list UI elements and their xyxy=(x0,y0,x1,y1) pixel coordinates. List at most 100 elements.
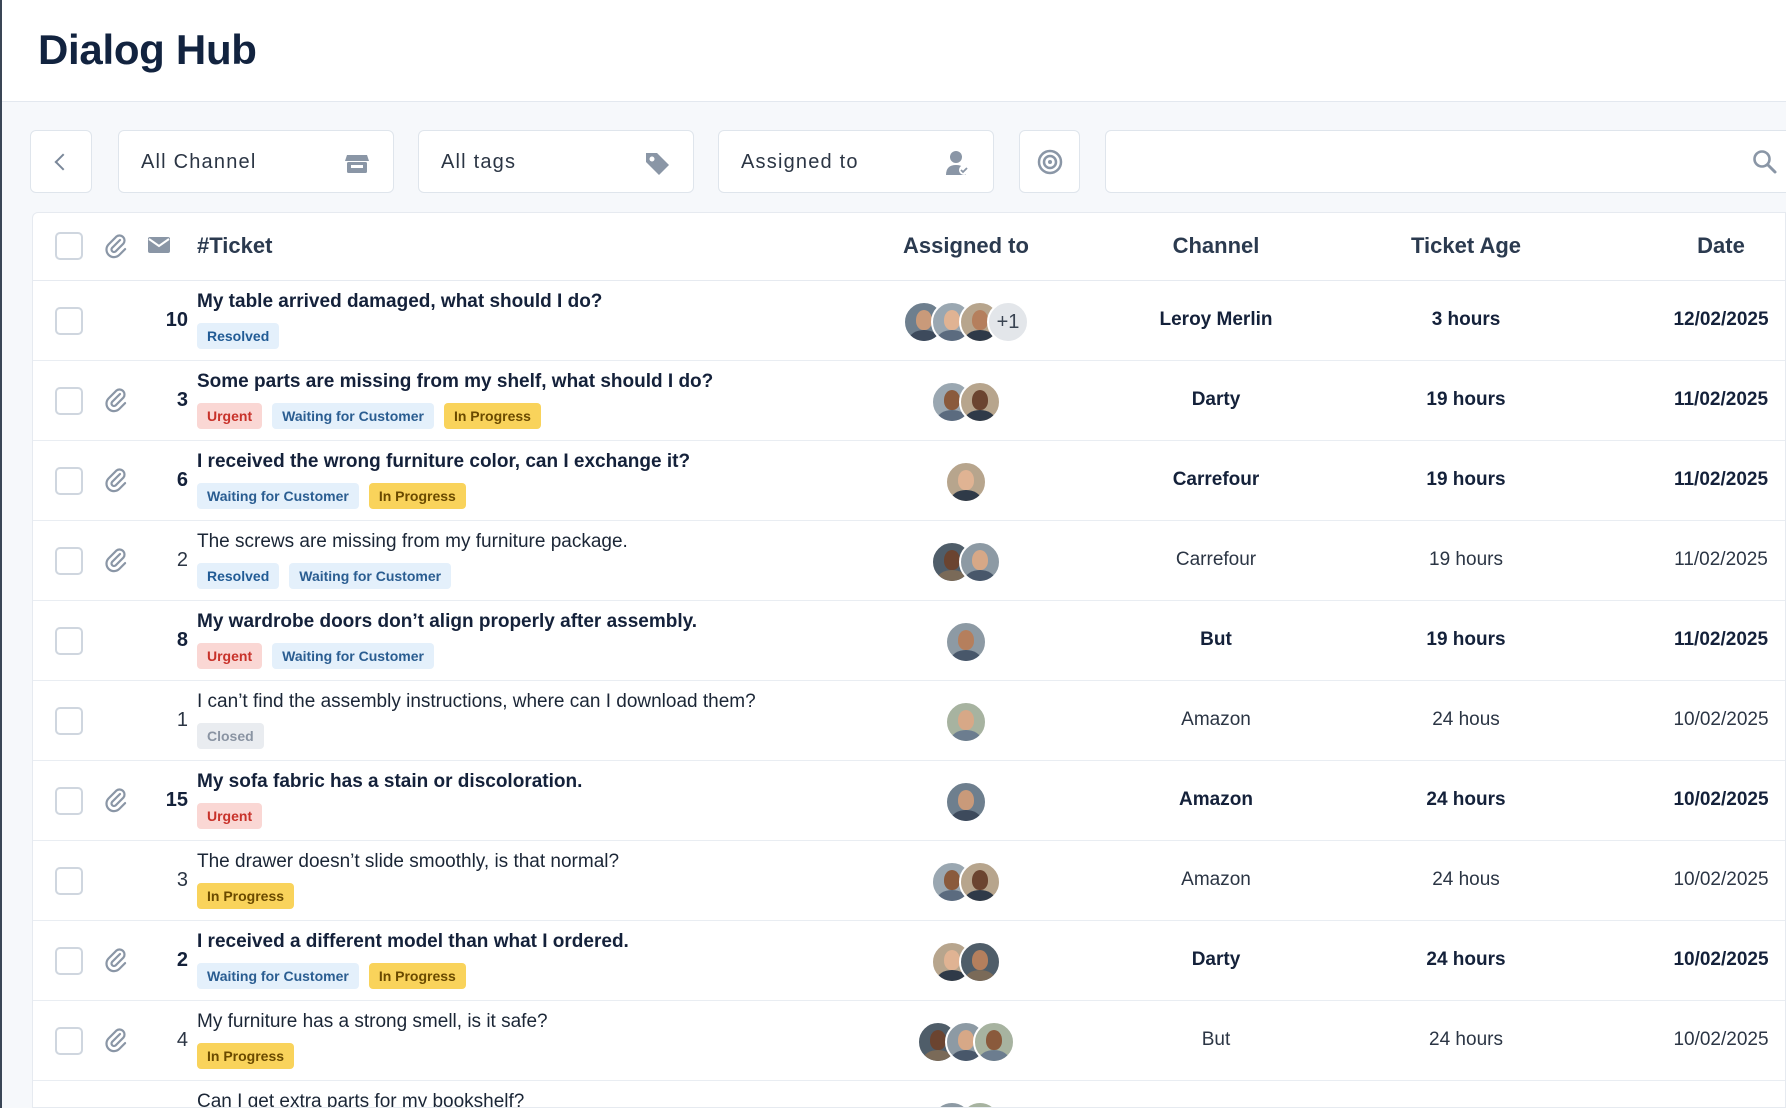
back-button[interactable] xyxy=(30,130,92,193)
tags-filter[interactable]: All tags xyxy=(418,130,694,193)
avatar xyxy=(959,381,1001,423)
table-row[interactable]: 3 The drawer doesn’t slide smoothly, is t… xyxy=(33,841,1785,921)
table-row[interactable]: 6 I received the wrong furniture color, c… xyxy=(33,441,1785,521)
table-row[interactable]: 2 The screws are missing from my furnitur… xyxy=(33,521,1785,601)
age-column-header[interactable]: Ticket Age xyxy=(1411,233,1521,259)
assignee-avatars[interactable] xyxy=(931,861,1001,903)
assignee-avatars[interactable]: +1 xyxy=(903,301,1029,343)
row-checkbox[interactable] xyxy=(55,707,83,735)
ticket-channel: But xyxy=(1201,1029,1231,1050)
paperclip-icon xyxy=(105,468,127,493)
ticket-date: 11/02/2025 xyxy=(1673,629,1769,650)
avatar xyxy=(959,941,1001,983)
ticket-id: 3 xyxy=(176,389,188,411)
ticket-table: #Ticket Assigned to Channel Ticket Age D… xyxy=(32,212,1786,1108)
assignee-avatars[interactable] xyxy=(945,701,987,743)
ticket-date: 10/02/2025 xyxy=(1673,869,1769,890)
avatar xyxy=(945,781,987,823)
search-box[interactable] xyxy=(1105,130,1786,193)
ticket-subject[interactable]: Some parts are missing from my shelf, wh… xyxy=(197,371,713,393)
row-checkbox[interactable] xyxy=(55,307,83,335)
ticket-date: 11/02/2025 xyxy=(1673,469,1769,490)
row-checkbox[interactable] xyxy=(55,467,83,495)
status-badge: Waiting for Customer xyxy=(197,483,359,509)
date-column-header[interactable]: Date xyxy=(1697,233,1745,259)
paperclip-icon xyxy=(105,548,127,573)
ticket-id: 4 xyxy=(176,1029,188,1051)
table-row[interactable]: 3 Some parts are missing from my shelf, w… xyxy=(33,361,1785,441)
ticket-channel: Amazon xyxy=(1181,709,1251,730)
ticket-tags: Closed xyxy=(197,723,264,749)
ticket-tags: Urgent Waiting for Customer In Progress xyxy=(197,403,541,429)
ticket-tags: In Progress xyxy=(197,883,295,909)
assignee-avatars[interactable] xyxy=(945,781,987,823)
ticket-tags: Urgent Waiting for Customer xyxy=(197,643,434,669)
assignee-avatars[interactable] xyxy=(931,1101,1001,1107)
search-input[interactable] xyxy=(1122,143,1722,181)
target-button[interactable] xyxy=(1019,130,1080,193)
assigned-column-header[interactable]: Assigned to xyxy=(903,233,1029,259)
ticket-subject[interactable]: I received the wrong furniture color, ca… xyxy=(197,451,690,473)
channel-filter[interactable]: All Channel xyxy=(118,130,394,193)
ticket-subject[interactable]: My table arrived damaged, what should I … xyxy=(197,291,602,313)
avatar xyxy=(945,621,987,663)
paperclip-icon xyxy=(105,948,127,973)
status-badge: Waiting for Customer xyxy=(197,963,359,989)
assigned-filter[interactable]: Assigned to xyxy=(718,130,994,193)
more-assignees-badge[interactable]: +1 xyxy=(987,301,1029,343)
row-checkbox[interactable] xyxy=(55,1027,83,1055)
ticket-date: 11/02/2025 xyxy=(1673,389,1769,410)
ticket-subject[interactable]: I can’t find the assembly instructions, … xyxy=(197,691,756,713)
assignee-avatars[interactable] xyxy=(931,381,1001,423)
assignee-avatars[interactable] xyxy=(917,1021,1015,1063)
avatar xyxy=(973,1021,1015,1063)
table-row[interactable]: 10 My table arrived damaged, what should … xyxy=(33,281,1785,361)
table-row[interactable]: 15 My sofa fabric has a stain or discolor… xyxy=(33,761,1785,841)
row-checkbox[interactable] xyxy=(55,947,83,975)
avatar xyxy=(945,701,987,743)
ticket-tags: In Progress xyxy=(197,1043,295,1069)
table-row[interactable]: 2 I received a different model than what … xyxy=(33,921,1785,1001)
status-badge: Waiting for Customer xyxy=(272,643,434,669)
ticket-channel: Darty xyxy=(1191,949,1241,970)
status-badge: Closed xyxy=(197,723,264,749)
ticket-column-header[interactable]: #Ticket xyxy=(197,233,272,259)
row-checkbox[interactable] xyxy=(55,387,83,415)
select-all-checkbox[interactable] xyxy=(55,232,83,260)
ticket-subject[interactable]: My furniture has a strong smell, is it s… xyxy=(197,1011,548,1033)
ticket-date: 10/02/2025 xyxy=(1673,789,1769,810)
table-header: #Ticket Assigned to Channel Ticket Age D… xyxy=(33,213,1785,281)
avatar xyxy=(959,541,1001,583)
search-icon[interactable] xyxy=(1752,149,1778,175)
status-badge: In Progress xyxy=(443,403,541,429)
table-row[interactable]: 1 I can’t find the assembly instructions,… xyxy=(33,681,1785,761)
ticket-id: 6 xyxy=(176,469,188,491)
ticket-subject[interactable]: Can I get extra parts for my bookshelf? xyxy=(197,1091,524,1107)
tag-icon xyxy=(646,153,669,175)
ticket-id: 2 xyxy=(176,949,188,971)
table-row[interactable]: Can I get extra parts for my bookshelf? xyxy=(33,1081,1785,1107)
ticket-subject[interactable]: I received a different model than what I… xyxy=(197,931,629,953)
ticket-subject[interactable]: My wardrobe doors don’t align properly a… xyxy=(197,611,697,633)
ticket-age: 3 hours xyxy=(1431,309,1501,330)
row-checkbox[interactable] xyxy=(55,627,83,655)
row-checkbox[interactable] xyxy=(55,547,83,575)
ticket-subject[interactable]: My sofa fabric has a stain or discolorat… xyxy=(197,771,582,793)
page-title: Dialog Hub xyxy=(38,26,257,73)
paperclip-icon xyxy=(105,388,127,413)
assignee-avatars[interactable] xyxy=(945,621,987,663)
assignee-avatars[interactable] xyxy=(945,461,987,503)
row-checkbox[interactable] xyxy=(55,787,83,815)
ticket-subject[interactable]: The screws are missing from my furniture… xyxy=(197,531,628,553)
table-row[interactable]: 8 My wardrobe doors don’t align properly … xyxy=(33,601,1785,681)
ticket-tags: Urgent xyxy=(197,803,263,829)
ticket-tags: Waiting for Customer In Progress xyxy=(197,963,466,989)
assignee-avatars[interactable] xyxy=(931,941,1001,983)
ticket-subject[interactable]: The drawer doesn’t slide smoothly, is th… xyxy=(197,851,619,873)
row-checkbox[interactable] xyxy=(55,867,83,895)
ticket-age: 19 hours xyxy=(1426,389,1506,410)
table-row[interactable]: 4 My furniture has a strong smell, is it … xyxy=(33,1001,1785,1081)
assignee-avatars[interactable] xyxy=(931,541,1001,583)
channel-column-header[interactable]: Channel xyxy=(1173,233,1260,259)
ticket-age: 19 hours xyxy=(1429,549,1503,570)
